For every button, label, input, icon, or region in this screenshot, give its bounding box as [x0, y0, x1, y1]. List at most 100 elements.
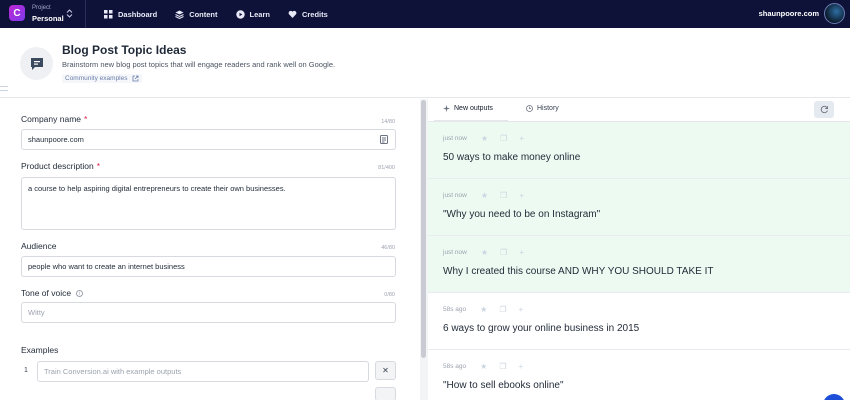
output-timestamp: just now: [443, 192, 467, 199]
output-meta: just now ★ ❐ +: [443, 191, 536, 200]
audience-count: 46/80: [381, 245, 395, 251]
app-logo[interactable]: C: [9, 5, 25, 21]
form-scrollbar-thumb[interactable]: [421, 100, 426, 358]
avatar[interactable]: [824, 3, 845, 24]
product-description-count: 81/400: [378, 165, 395, 171]
nav-credits[interactable]: Credits: [288, 10, 328, 19]
output-card[interactable]: just now ★ ❐ + Why I created this course AND…: [428, 236, 850, 293]
tab-history-label: History: [537, 105, 559, 112]
drawer-handle-line: [0, 90, 8, 91]
chat-bubble-icon: [20, 47, 53, 80]
audience-label: Audience: [21, 241, 57, 251]
community-examples-link[interactable]: Community examples: [62, 74, 142, 83]
star-icon[interactable]: ★: [481, 134, 488, 143]
output-text: 50 ways to make money online: [443, 152, 581, 163]
remove-example-button[interactable]: ✕: [375, 361, 396, 380]
output-timestamp: just now: [443, 249, 467, 256]
nav-learn[interactable]: Learn: [235, 9, 270, 19]
output-meta: 58s ago ★ ❐ +: [443, 305, 535, 314]
outputs-panel: New outputs History just now ★ ❐ +50 ways t…: [428, 99, 850, 400]
tone-of-voice-label: Tone of voice i: [21, 288, 84, 298]
plus-icon[interactable]: +: [519, 191, 524, 200]
heart-icon: [288, 10, 297, 18]
project-switcher[interactable]: Project Personal: [32, 4, 64, 23]
drawer-handle[interactable]: [0, 86, 8, 87]
example-placeholder: Train Conversion.ai with example outputs: [44, 367, 182, 376]
project-label: Project: [32, 5, 51, 11]
play-icon: [235, 9, 245, 19]
tool-header: Blog Post Topic Ideas Brainstorm new blo…: [0, 28, 850, 98]
external-link-icon: [132, 75, 138, 82]
star-icon[interactable]: ★: [481, 191, 488, 200]
output-timestamp: 58s ago: [443, 306, 467, 313]
sparkle-icon: [443, 105, 450, 112]
examples-label: Examples: [21, 345, 59, 355]
star-icon[interactable]: ★: [480, 305, 487, 314]
company-name-value: shaunpoore.com: [28, 135, 84, 144]
page-description: Brainstorm new blog post topics that wil…: [62, 60, 336, 69]
outputs-tabbar: New outputs History: [428, 99, 850, 122]
nav-credits-label: Credits: [301, 9, 328, 19]
nav-learn-label: Learn: [249, 9, 270, 19]
plus-icon[interactable]: +: [518, 362, 523, 371]
plus-icon[interactable]: +: [519, 134, 524, 143]
info-icon[interactable]: i: [76, 290, 84, 298]
audience-value: people who want to create an internet bu…: [28, 262, 185, 271]
top-nav: C Project Personal Dashboard Content Lea…: [0, 0, 850, 28]
tab-new-outputs[interactable]: New outputs: [443, 105, 493, 112]
input-form: Company name * 14/80 shaunpoore.com Produ…: [0, 99, 420, 400]
example-input[interactable]: Train Conversion.ai with example outputs: [37, 361, 369, 382]
plus-icon[interactable]: +: [518, 305, 523, 314]
product-description-label: Product description *: [21, 161, 101, 171]
output-meta: 58s ago ★ ❐ +: [443, 362, 535, 371]
company-name-label: Company name *: [21, 114, 88, 124]
chevron-updown-icon[interactable]: [66, 9, 73, 20]
user-name[interactable]: shaunpoore.com: [759, 9, 819, 18]
output-text: 6 ways to grow your online business in 2…: [443, 323, 640, 334]
nav-divider: [85, 0, 86, 28]
company-name-field[interactable]: shaunpoore.com: [21, 129, 396, 150]
clock-icon: [526, 105, 533, 112]
example-number: 1: [24, 367, 28, 374]
output-card[interactable]: 58s ago ★ ❐ +6 ways to grow your online bus…: [428, 293, 850, 350]
project-name: Personal: [32, 14, 64, 23]
output-text: "Why you need to be on Instagram": [443, 209, 601, 220]
output-card[interactable]: 58s ago ★ ❐ + "How to sell ebooks online": [428, 350, 850, 400]
add-example-button-partial[interactable]: [375, 387, 396, 400]
page-title: Blog Post Topic Ideas: [62, 43, 187, 57]
nav-content[interactable]: Content: [175, 9, 218, 19]
tab-new-outputs-label: New outputs: [454, 105, 493, 112]
copy-icon[interactable]: ❐: [500, 134, 507, 143]
form-fill-icon[interactable]: [380, 135, 388, 144]
output-text: "How to sell ebooks online": [443, 380, 564, 391]
audience-field[interactable]: people who want to create an internet bu…: [21, 256, 396, 277]
refresh-icon: [820, 105, 828, 114]
tone-of-voice-field[interactable]: Witty: [21, 302, 396, 323]
plus-icon[interactable]: +: [519, 248, 524, 257]
copy-icon[interactable]: ❐: [500, 248, 507, 257]
output-card[interactable]: just now ★ ❐ + "Why you need to be on Instag…: [428, 179, 850, 236]
output-text: Why I created this course AND WHY YOU SH…: [443, 266, 714, 277]
copy-icon[interactable]: ❐: [500, 191, 507, 200]
product-description-value: a course to help aspiring digital entrep…: [28, 184, 286, 193]
output-meta: just now ★ ❐ +: [443, 134, 536, 143]
close-icon: ✕: [382, 366, 389, 375]
star-icon[interactable]: ★: [481, 248, 488, 257]
refresh-button[interactable]: [814, 101, 834, 118]
tab-history[interactable]: History: [526, 105, 559, 112]
tone-of-voice-placeholder: Witty: [28, 308, 45, 317]
tone-of-voice-count: 0/80: [384, 292, 395, 298]
nav-dashboard[interactable]: Dashboard: [104, 9, 158, 19]
output-meta: just now ★ ❐ +: [443, 248, 536, 257]
product-description-field[interactable]: a course to help aspiring digital entrep…: [21, 177, 396, 230]
copy-icon[interactable]: ❐: [499, 305, 506, 314]
output-card[interactable]: just now ★ ❐ +50 ways to make money online: [428, 122, 850, 179]
star-icon[interactable]: ★: [480, 362, 487, 371]
output-timestamp: just now: [443, 135, 467, 142]
company-name-count: 14/80: [381, 119, 395, 125]
community-examples-label: Community examples: [65, 75, 128, 82]
nav-content-label: Content: [189, 9, 218, 19]
nav-dashboard-label: Dashboard: [118, 9, 158, 19]
output-timestamp: 58s ago: [443, 363, 467, 370]
copy-icon[interactable]: ❐: [499, 362, 506, 371]
